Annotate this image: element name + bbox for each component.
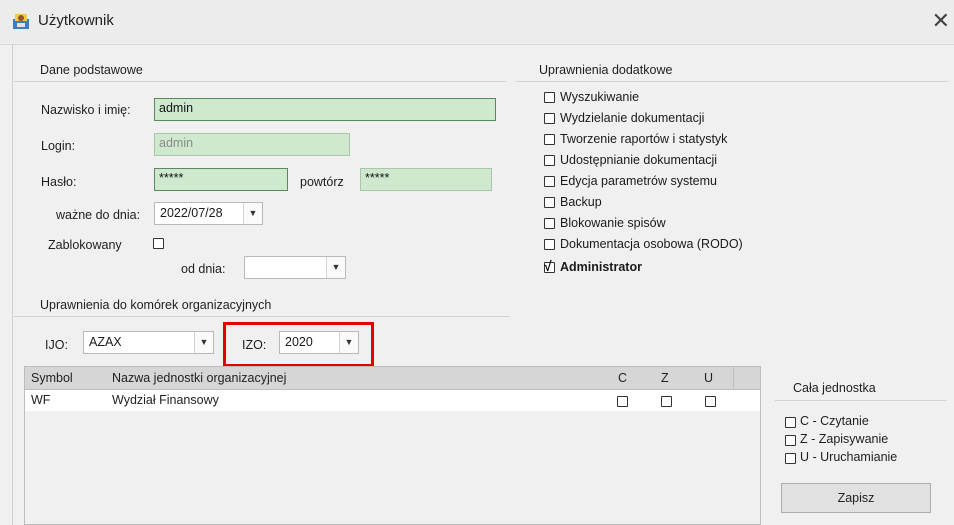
perm-rodo-checkbox[interactable] <box>544 239 555 250</box>
row-name: Wydział Finansowy <box>112 393 219 407</box>
perm-share[interactable]: Udostępnianie dokumentacji <box>544 151 844 171</box>
row-c-checkbox[interactable] <box>617 396 628 407</box>
title-bar: Użytkownik ✕ <box>0 0 954 45</box>
section-org-separator <box>14 316 510 317</box>
section-org-title: Uprawnienia do komórek organizacyjnych <box>40 298 272 312</box>
whole-write-checkbox[interactable] <box>785 435 796 446</box>
whole-read-label: C - Czytanie <box>800 414 869 428</box>
valid-until-value: 2022/07/28 <box>160 206 223 220</box>
col-z[interactable]: Z <box>661 371 669 385</box>
name-input[interactable]: admin <box>154 98 496 121</box>
ijo-label: IJO: <box>45 338 68 352</box>
perm-block-lists[interactable]: Blokowanie spisów <box>544 214 844 234</box>
save-button[interactable]: Zapisz <box>781 483 931 513</box>
repeat-label: powtórz <box>300 175 344 189</box>
perm-share-checkbox[interactable] <box>544 155 555 166</box>
header-divider <box>733 367 734 389</box>
section-whole-title: Cała jednostka <box>793 381 876 395</box>
row-z-checkbox[interactable] <box>661 396 672 407</box>
perm-rodo[interactable]: Dokumentacja osobowa (RODO) <box>544 235 844 255</box>
table-row[interactable]: WF Wydział Finansowy <box>25 390 760 411</box>
chevron-down-icon[interactable]: ▼ <box>339 332 358 353</box>
section-basic-title: Dane podstawowe <box>40 63 143 77</box>
perm-admin[interactable]: √ Administrator <box>544 258 844 278</box>
login-label: Login: <box>41 139 76 153</box>
org-units-table[interactable]: Symbol Nazwa jednostki organizacyjnej C … <box>24 366 761 525</box>
col-u[interactable]: U <box>704 371 713 385</box>
whole-write-label: Z - Zapisywanie <box>800 432 889 446</box>
izo-label: IZO: <box>242 338 267 352</box>
perm-system-params-checkbox[interactable] <box>544 176 555 187</box>
perm-block-lists-checkbox[interactable] <box>544 218 555 229</box>
perm-system-params[interactable]: Edycja parametrów systemu <box>544 172 844 192</box>
perm-search-label: Wyszukiwanie <box>560 90 640 104</box>
chevron-down-icon[interactable]: ▼ <box>194 332 213 353</box>
perm-search-checkbox[interactable] <box>544 92 555 103</box>
perm-extract-checkbox[interactable] <box>544 113 555 124</box>
password-label: Hasło: <box>41 175 77 189</box>
chevron-down-icon[interactable]: ▼ <box>326 257 345 278</box>
password-input[interactable]: ***** <box>154 168 288 191</box>
valid-until-label: ważne do dnia: <box>56 208 141 222</box>
col-c[interactable]: C <box>618 371 627 385</box>
perm-reports-checkbox[interactable] <box>544 134 555 145</box>
perm-admin-checkbox[interactable]: √ <box>544 258 555 274</box>
col-name[interactable]: Nazwa jednostki organizacyjnej <box>112 371 286 385</box>
from-date-label: od dnia: <box>181 262 226 276</box>
izo-value: 2020 <box>285 335 313 349</box>
left-border <box>12 44 13 525</box>
valid-until-combo[interactable]: 2022/07/28 ▼ <box>154 202 263 225</box>
col-symbol[interactable]: Symbol <box>31 371 73 385</box>
whole-run-checkbox[interactable] <box>785 453 796 464</box>
section-extra-separator <box>516 81 948 82</box>
section-basic-separator <box>14 81 506 82</box>
login-input[interactable]: admin <box>154 133 350 156</box>
perm-rodo-label: Dokumentacja osobowa (RODO) <box>560 237 743 251</box>
user-app-icon <box>13 14 29 29</box>
whole-run-label: U - Uruchamianie <box>800 450 898 464</box>
perm-reports-label: Tworzenie raportów i statystyk <box>560 132 728 146</box>
perm-block-lists-label: Blokowanie spisów <box>560 216 666 230</box>
row-symbol: WF <box>31 393 51 407</box>
chevron-down-icon[interactable]: ▼ <box>243 203 262 224</box>
section-whole-separator <box>775 400 947 401</box>
perm-extract-label: Wydzielanie dokumentacji <box>560 111 705 125</box>
perm-extract[interactable]: Wydzielanie dokumentacji <box>544 109 844 129</box>
perm-reports[interactable]: Tworzenie raportów i statystyk <box>544 130 844 150</box>
whole-read-checkbox[interactable] <box>785 417 796 428</box>
perm-backup-checkbox[interactable] <box>544 197 555 208</box>
close-icon[interactable]: ✕ <box>932 10 950 32</box>
perm-admin-label: Administrator <box>560 260 642 274</box>
row-u-checkbox[interactable] <box>705 396 716 407</box>
section-extra-title: Uprawnienia dodatkowe <box>539 63 673 77</box>
ijo-value: AZAX <box>89 335 122 349</box>
perm-share-label: Udostępnianie dokumentacji <box>560 153 718 167</box>
extra-permissions-list: Wyszukiwanie Wydzielanie dokumentacji Tw… <box>544 88 844 288</box>
table-header: Symbol Nazwa jednostki organizacyjnej C … <box>25 367 760 390</box>
blocked-label: Zablokowany <box>48 238 122 252</box>
perm-search[interactable]: Wyszukiwanie <box>544 88 844 108</box>
perm-backup[interactable]: Backup <box>544 193 844 213</box>
user-dialog: Użytkownik ✕ Dane podstawowe Nazwisko i … <box>0 0 954 525</box>
perm-system-params-label: Edycja parametrów systemu <box>560 174 718 188</box>
blocked-checkbox[interactable] <box>153 238 164 249</box>
checkmark-icon: √ <box>544 258 552 274</box>
from-date-combo[interactable]: ▼ <box>244 256 346 279</box>
name-label: Nazwisko i imię: <box>41 103 131 117</box>
perm-backup-label: Backup <box>560 195 602 209</box>
ijo-combo[interactable]: AZAX ▼ <box>83 331 214 354</box>
izo-combo[interactable]: 2020 ▼ <box>279 331 359 354</box>
window-title: Użytkownik <box>38 12 114 29</box>
repeat-password-input[interactable]: ***** <box>360 168 492 191</box>
